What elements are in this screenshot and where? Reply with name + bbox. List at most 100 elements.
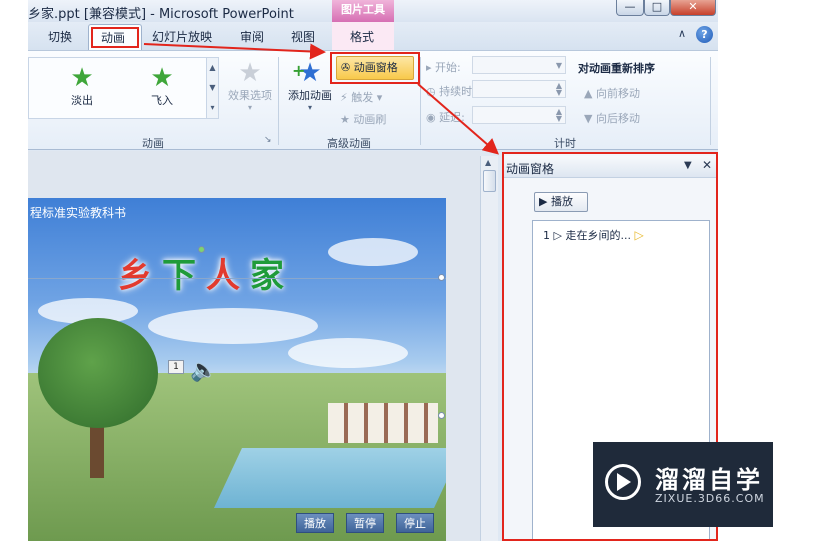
- effect-fade-out-label: 淡出: [71, 94, 93, 107]
- window-title: 乡家.ppt [兼容模式] - Microsoft PowerPoint: [28, 7, 294, 22]
- delay-clock-icon: ◉: [426, 111, 436, 124]
- animation-gallery: ★ 淡出 ★ 飞入: [28, 57, 218, 119]
- chevron-down-icon: ▾: [247, 103, 252, 112]
- move-earlier-button[interactable]: ▲ 向前移动: [584, 85, 640, 101]
- slide-pause-button[interactable]: 暂停: [346, 513, 384, 533]
- cloud-shape: [288, 338, 408, 368]
- landscape-village: [328, 403, 438, 443]
- selection-outline: [28, 278, 446, 279]
- slide-title-char: 家: [250, 256, 294, 296]
- move-earlier-label: 向前移动: [595, 87, 640, 100]
- scroll-thumb[interactable]: [483, 170, 496, 192]
- add-animation-button[interactable]: ★ + 添加动画 ▾: [284, 59, 336, 112]
- tab-review[interactable]: 审阅: [240, 28, 264, 45]
- timing-start: ▸ 开始:: [426, 59, 461, 75]
- add-animation-star-icon: ★ +: [292, 58, 322, 88]
- gallery-up-icon[interactable]: ▲: [207, 58, 218, 78]
- effect-fly-in[interactable]: ★ 飞入: [133, 64, 191, 108]
- timing-delay: ◉ 延迟:: [426, 109, 465, 125]
- group-label-timing: 计时: [554, 137, 576, 150]
- watermark-title: 溜溜自学: [655, 466, 763, 494]
- screenshot-root: 乡家.ppt [兼容模式] - Microsoft PowerPoint 图片工…: [0, 0, 819, 541]
- animation-pane-label: 动画窗格: [353, 61, 398, 74]
- move-later-label: 向后移动: [595, 112, 640, 125]
- effect-fade-out[interactable]: ★ 淡出: [53, 64, 111, 108]
- stepper-arrows-icon: ▲ ▼: [555, 107, 562, 123]
- resize-handle[interactable]: [438, 274, 445, 281]
- effect-options-button[interactable]: ★ 效果选项 ▾: [224, 59, 276, 112]
- collapse-ribbon-icon[interactable]: ∧: [678, 27, 686, 40]
- slide-play-button[interactable]: 播放: [296, 513, 334, 533]
- move-later-button[interactable]: ▼ 向后移动: [584, 110, 640, 126]
- animation-order-badge[interactable]: 1: [168, 360, 184, 374]
- group-label-advanced: 高级动画: [327, 137, 371, 150]
- stepper-arrows-icon: ▲ ▼: [555, 81, 562, 97]
- fly-in-star-icon: ★: [150, 63, 174, 93]
- watermark-subtitle: ZIXUE.3D66.COM: [655, 492, 765, 505]
- gallery-more-icon[interactable]: ▾: [207, 98, 218, 118]
- landscape-river: [214, 448, 446, 508]
- tab-format[interactable]: 格式: [350, 28, 374, 45]
- scroll-up-icon[interactable]: ▲: [485, 158, 491, 167]
- timing-delay-label: 延迟:: [439, 111, 465, 124]
- resize-handle[interactable]: [438, 412, 445, 419]
- reorder-title: 对动画重新排序: [578, 62, 655, 75]
- group-label-animation: 动画: [142, 137, 164, 150]
- group-divider: [710, 57, 711, 145]
- tab-view[interactable]: 视图: [291, 28, 315, 45]
- trigger-button[interactable]: ⚡ 触发 ▾: [340, 89, 382, 105]
- chevron-down-icon: ▾: [307, 103, 312, 112]
- animation-painter-label: 动画刷: [353, 113, 387, 126]
- tab-transitions[interactable]: 切换: [48, 28, 72, 45]
- slide-title-char: 乡: [118, 256, 162, 296]
- effect-options-label: 效果选项: [228, 89, 272, 102]
- dialog-launcher-icon[interactable]: ↘: [264, 135, 272, 145]
- play-small-icon: ▸: [426, 61, 432, 74]
- slide-stop-button[interactable]: 停止: [396, 513, 434, 533]
- slide-title-char: 下: [162, 256, 206, 296]
- trigger-label: 触发: [351, 91, 374, 104]
- slide-title-char: 人: [206, 256, 250, 296]
- slide-canvas[interactable]: 程标准实验教科书 乡下人家 1 🔈 播放 暂停 停止: [28, 198, 446, 541]
- maximize-button[interactable]: □: [644, 0, 670, 16]
- vertical-scrollbar[interactable]: ▲: [480, 156, 498, 541]
- cloud-shape: [148, 308, 318, 344]
- arrow-down-icon: ▼: [584, 112, 593, 125]
- close-button[interactable]: ✕: [670, 0, 716, 16]
- tab-animations-label: 动画: [101, 31, 126, 45]
- animation-painter-icon: ★: [340, 113, 350, 126]
- chevron-down-icon: ▼: [555, 61, 562, 70]
- gallery-down-icon[interactable]: ▼: [207, 78, 218, 98]
- help-icon[interactable]: ?: [696, 26, 713, 43]
- slide-title-art[interactable]: 乡下人家: [118, 248, 294, 297]
- animation-pane-icon: ✇: [341, 61, 351, 74]
- delay-stepper[interactable]: ▲ ▼: [472, 106, 566, 124]
- rotate-handle[interactable]: [198, 246, 205, 253]
- group-divider: [278, 57, 279, 145]
- speaker-icon[interactable]: 🔈: [190, 358, 217, 383]
- effect-fly-in-label: 飞入: [151, 94, 173, 107]
- watermark-play-icon: [617, 473, 631, 491]
- picture-tools-context-tab[interactable]: 图片工具: [332, 0, 394, 22]
- clock-icon: ◷: [426, 85, 436, 98]
- duration-stepper[interactable]: ▲ ▼: [472, 80, 566, 98]
- tree-canopy: [38, 318, 158, 428]
- ribbon-tabs: 切换 动画 幻灯片放映 审阅 视图 格式 ∧ ?: [28, 22, 718, 50]
- effect-options-star-icon: ★: [238, 58, 262, 88]
- minimize-button[interactable]: —: [616, 0, 644, 16]
- title-bar: 乡家.ppt [兼容模式] - Microsoft PowerPoint 图片工…: [28, 0, 718, 22]
- gallery-scroll[interactable]: ▲ ▼ ▾: [206, 57, 219, 119]
- add-animation-label: 添加动画: [288, 89, 332, 102]
- watermark: 溜溜自学 ZIXUE.3D66.COM: [593, 442, 773, 527]
- trigger-icon: ⚡: [340, 91, 348, 104]
- start-select[interactable]: ▼: [472, 56, 566, 74]
- slide-caption: 程标准实验教科书: [30, 206, 127, 220]
- ribbon-animations: ★ 淡出 ★ 飞入 ▲ ▼ ▾ ★ 效果选项 ▾ 动画 ★ + 添加动画 ▾ ✇…: [28, 50, 718, 150]
- chevron-down-icon: ▾: [376, 91, 383, 104]
- animation-painter-button[interactable]: ★ 动画刷: [340, 111, 386, 127]
- tab-animations[interactable]: 动画: [88, 24, 142, 50]
- animation-pane-button[interactable]: ✇ 动画窗格: [336, 56, 414, 80]
- plus-icon: +: [292, 61, 306, 80]
- tab-slide-show[interactable]: 幻灯片放映: [152, 28, 212, 45]
- cloud-shape: [328, 238, 418, 266]
